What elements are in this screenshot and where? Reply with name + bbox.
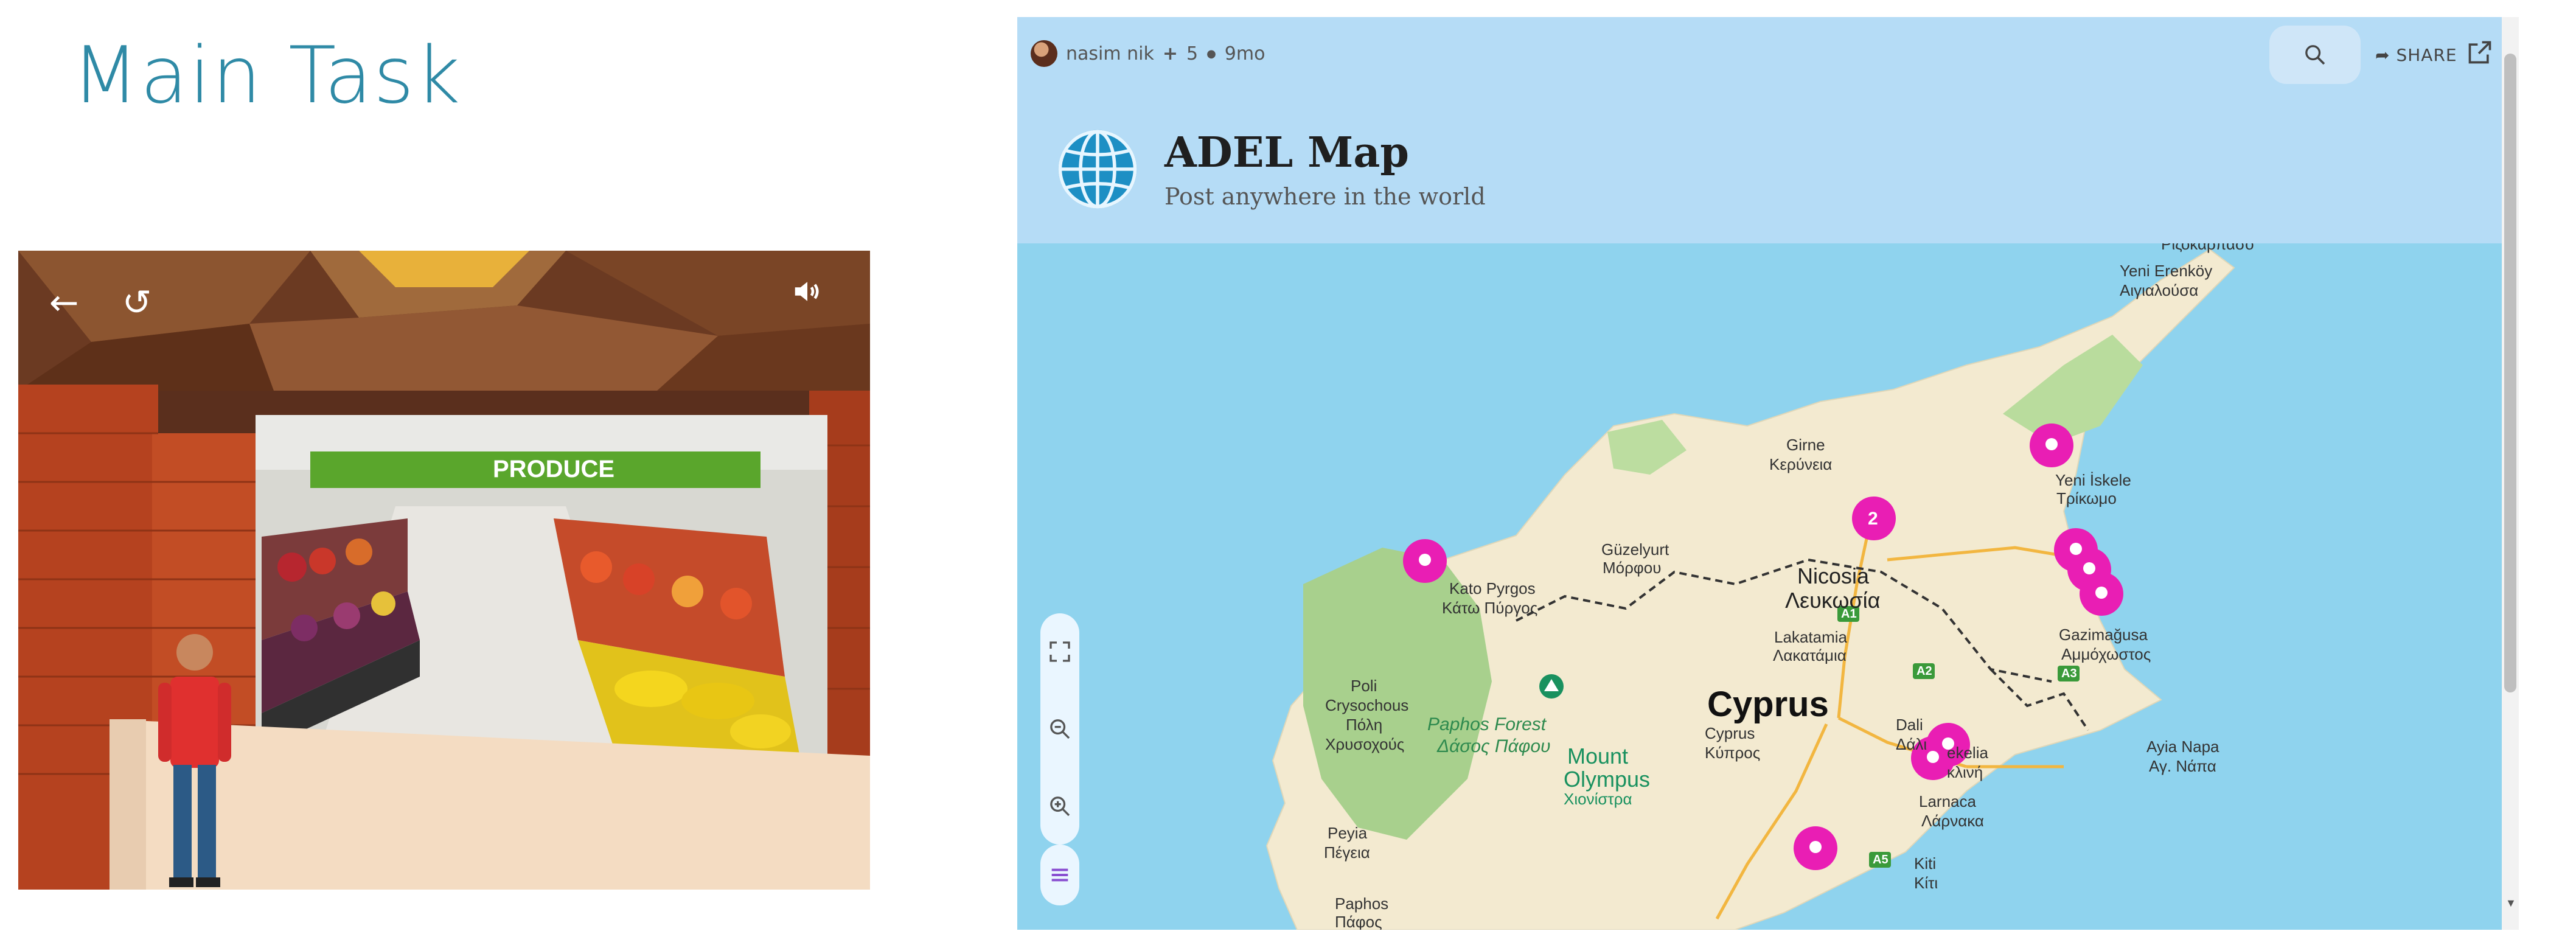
place-label: κλινή <box>1947 763 1983 781</box>
place-label: Peyia <box>1328 824 1368 842</box>
vertical-scrollbar[interactable]: ▼ <box>2502 17 2519 930</box>
map-controls <box>1040 613 1079 845</box>
place-label: Κερύνεια <box>1769 455 1833 473</box>
plus-count: 5 <box>1186 43 1199 64</box>
reload-icon: ↺ <box>122 282 152 323</box>
place-label-country: Cyprus <box>1707 685 1829 724</box>
place-label: Yeni Erenköy <box>2120 262 2213 280</box>
place-label: Paphos Forest <box>1427 714 1547 734</box>
author-name[interactable]: nasim nik <box>1066 43 1154 64</box>
place-label: Kiti <box>1914 854 1937 873</box>
pin-cluster-count[interactable]: 2 <box>1868 509 1878 529</box>
road-label: A5 <box>1873 853 1888 866</box>
place-label: Nicosia <box>1797 563 1870 588</box>
fullscreen-button[interactable] <box>1048 640 1072 664</box>
back-button[interactable]: ← <box>37 275 91 330</box>
avatar[interactable] <box>1031 40 1057 67</box>
place-label: Dali <box>1896 716 1923 734</box>
place-label: Μόρφου <box>1603 559 1662 577</box>
place-label: Olympus <box>1564 767 1651 792</box>
search-button[interactable] <box>2269 26 2361 84</box>
store-sign: PRODUCE <box>493 456 614 483</box>
place-label: Poli <box>1351 677 1377 695</box>
place-label: Λακατάμια <box>1773 646 1847 664</box>
globe-icon <box>1058 130 1137 209</box>
place-label: Güzelyurt <box>1601 540 1669 559</box>
zoom-in-icon <box>1050 796 1070 816</box>
place-label: Πόλη <box>1346 716 1383 734</box>
place-label: Larnaca <box>1919 792 1976 810</box>
zoom-out-icon <box>1050 719 1070 739</box>
place-label: ekelia <box>1947 744 1988 762</box>
place-label: Χιονίστρα <box>1564 790 1632 808</box>
place-label: Girne <box>1786 436 1825 454</box>
reload-button[interactable]: ↺ <box>110 275 164 330</box>
place-label: Πέγεια <box>1324 843 1370 862</box>
road-label: A2 <box>1916 664 1932 678</box>
share-button[interactable]: ➦ SHARE <box>2375 45 2457 65</box>
place-label: Lakatamia <box>1774 628 1847 646</box>
place-label: Λάρνακα <box>1921 812 1984 830</box>
road-label: A3 <box>2061 667 2077 680</box>
place-label: Δάσος Πάφου <box>1437 736 1551 756</box>
place-label: Yeni İskele <box>2055 471 2131 489</box>
post-age: 9mo <box>1224 43 1265 64</box>
place-label: Kato Pyrgos <box>1449 579 1536 598</box>
scroll-down-arrow[interactable]: ▼ <box>2505 897 2516 910</box>
map-title: ADEL Map <box>1164 128 1409 177</box>
place-label: Mount <box>1567 744 1629 769</box>
speaker-icon <box>795 282 819 301</box>
map-subtitle: Post anywhere in the world <box>1164 183 1486 210</box>
place-label: Πάφος <box>1335 913 1382 930</box>
place-label: Gazimağusa <box>2059 626 2148 644</box>
place-label: Δάλι <box>1896 735 1927 753</box>
open-external-icon[interactable] <box>2466 39 2493 66</box>
slide-title: Main Task <box>72 30 462 121</box>
supermarket-scene: PRODUCE <box>18 251 870 890</box>
place-label: Αιγιαλούσα <box>2120 281 2199 299</box>
share-label: SHARE <box>2396 45 2457 65</box>
share-icon: ➦ <box>2375 45 2390 65</box>
search-icon <box>2305 45 2325 65</box>
list-icon <box>1051 868 1068 882</box>
place-label: Paphos <box>1335 894 1389 913</box>
sound-button[interactable] <box>791 275 846 330</box>
place-label: Αγ. Νάπα <box>2149 757 2216 775</box>
map-app: 2 A1 A2 A3 A5 Ριζοκάρπασο Yeni Erenköy Α… <box>1017 17 2519 930</box>
place-label: Τρίκωμο <box>2056 489 2117 507</box>
scrollbar-thumb[interactable] <box>2504 54 2516 692</box>
place-label: Cyprus <box>1705 724 1755 742</box>
fullscreen-icon <box>1050 641 1070 662</box>
place-label: Κίτι <box>1914 874 1938 892</box>
zoom-in-button[interactable] <box>1048 794 1072 818</box>
arrow-left-icon: ← <box>49 282 79 323</box>
app-header: nasim nik + 5 ● 9mo ➦ SHARE ADEL Map Pos… <box>1017 17 2519 243</box>
plus-icon[interactable]: + <box>1163 43 1178 64</box>
place-label: Χρυσοχούς <box>1325 735 1405 753</box>
map-brand: ADEL Map Post anywhere in the world <box>1055 127 1486 212</box>
separator-dot: ● <box>1206 47 1216 60</box>
place-label: Αμμόχωστος <box>2061 645 2151 663</box>
layers-button[interactable] <box>1040 845 1079 905</box>
post-meta: nasim nik + 5 ● 9mo <box>1031 35 1265 72</box>
place-label: Λευκωσία <box>1785 588 1881 613</box>
zoom-out-button[interactable] <box>1048 717 1072 741</box>
map-canvas[interactable]: 2 A1 A2 A3 A5 Ριζοκάρπασο Yeni Erenköy Α… <box>1017 235 2519 930</box>
cyprus-map <box>1017 243 2519 930</box>
game-view[interactable]: PRODUCE ← ↺ <box>18 251 870 890</box>
place-label: Κύπρος <box>1705 744 1761 762</box>
place-label: Crysochous <box>1325 696 1409 714</box>
place-label: Κάτω Πύργος <box>1442 599 1538 617</box>
place-label: Ayia Napa <box>2146 737 2219 756</box>
